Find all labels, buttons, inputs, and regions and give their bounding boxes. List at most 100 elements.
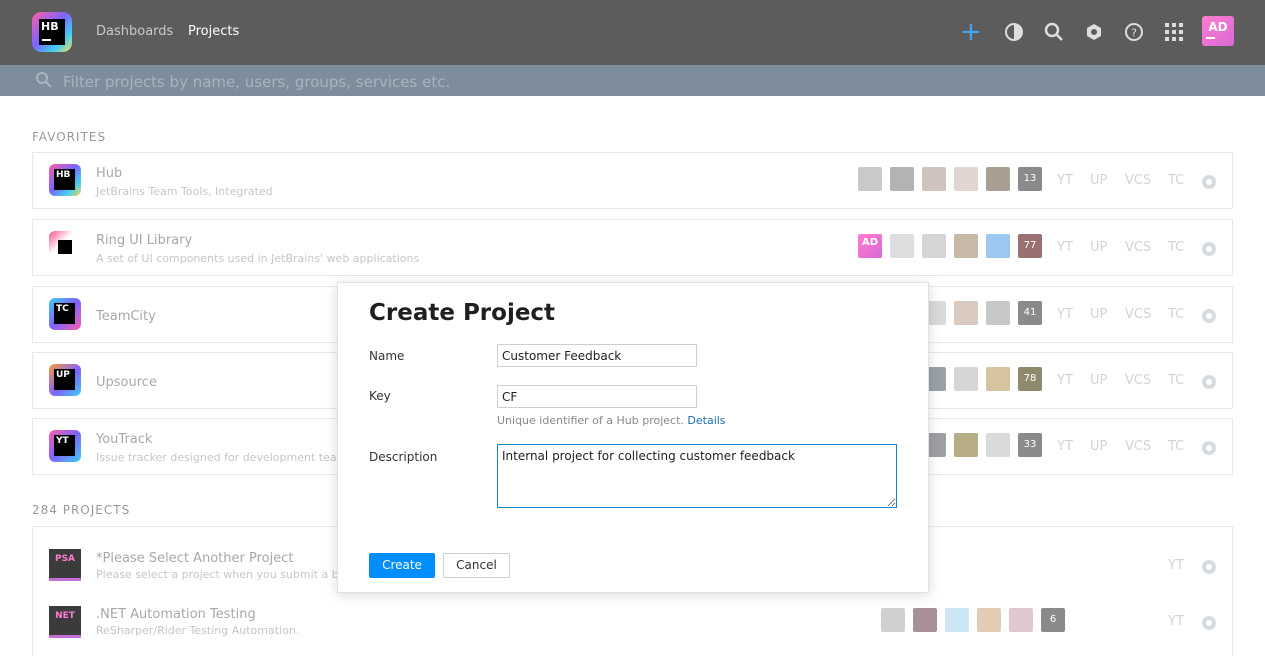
service-up[interactable]: UP <box>1090 439 1107 454</box>
member-avatar[interactable] <box>922 167 946 191</box>
project-settings-icon[interactable] <box>1202 375 1216 389</box>
project-name[interactable]: Upsource <box>96 375 157 390</box>
top-bar: HB Dashboards Projects + ? AD <box>0 0 1265 65</box>
nav-dashboards[interactable]: Dashboards <box>96 24 173 39</box>
service-yt[interactable]: YT <box>1057 173 1073 188</box>
members-count[interactable]: 78 <box>1018 367 1042 391</box>
member-avatar[interactable] <box>986 433 1010 457</box>
service-yt[interactable]: YT <box>1057 240 1073 255</box>
cancel-button[interactable]: Cancel <box>443 553 510 578</box>
service-tc[interactable]: TC <box>1168 373 1184 388</box>
member-avatar[interactable] <box>977 608 1001 632</box>
help-icon[interactable]: ? <box>1124 22 1144 42</box>
member-avatar[interactable] <box>858 167 882 191</box>
project-settings-icon[interactable] <box>1202 242 1216 256</box>
members-count[interactable]: 33 <box>1018 433 1042 457</box>
apps-grid-icon[interactable] <box>1164 22 1184 42</box>
project-name[interactable]: YouTrack <box>96 432 152 447</box>
search-icon <box>36 72 52 88</box>
service-yt[interactable]: YT <box>1168 558 1184 573</box>
member-avatar[interactable] <box>913 608 937 632</box>
member-avatar[interactable] <box>986 167 1010 191</box>
ring-ui-project-icon <box>49 231 81 263</box>
projects-title: 284 PROJECTS <box>32 503 131 517</box>
settings-icon[interactable] <box>1084 22 1104 42</box>
project-name[interactable]: Ring UI Library <box>96 233 192 248</box>
key-label: Key <box>369 389 391 403</box>
member-avatar[interactable] <box>954 167 978 191</box>
member-avatar[interactable] <box>1009 608 1033 632</box>
project-settings-icon[interactable] <box>1202 441 1216 455</box>
project-card-net[interactable]: NET .NET Automation Testing ReSharper/Ri… <box>32 586 1233 656</box>
members-count[interactable]: 41 <box>1018 301 1042 325</box>
search-zoom-icon[interactable] <box>1044 22 1064 42</box>
description-label: Description <box>369 450 438 464</box>
member-avatar[interactable] <box>881 608 905 632</box>
plus-icon[interactable]: + <box>960 19 982 45</box>
service-vcs[interactable]: VCS <box>1125 373 1151 388</box>
member-avatar[interactable] <box>954 301 978 325</box>
project-description: ReSharper/Rider Testing Automation. <box>96 624 300 637</box>
member-avatar[interactable] <box>954 234 978 258</box>
service-up[interactable]: UP <box>1090 307 1107 322</box>
service-tc[interactable]: TC <box>1168 173 1184 188</box>
details-link[interactable]: Details <box>687 414 725 427</box>
service-tc[interactable]: TC <box>1168 240 1184 255</box>
logo-text: HB <box>41 20 59 33</box>
project-settings-icon[interactable] <box>1202 560 1216 574</box>
user-avatar[interactable]: AD <box>1202 16 1234 46</box>
members-count[interactable]: 6 <box>1041 608 1065 632</box>
member-avatar[interactable]: AD <box>858 234 882 258</box>
project-card-ring-ui[interactable]: Ring UI Library A set of UI components u… <box>32 219 1233 276</box>
service-vcs[interactable]: VCS <box>1125 240 1151 255</box>
project-settings-icon[interactable] <box>1202 175 1216 189</box>
service-vcs[interactable]: VCS <box>1125 439 1151 454</box>
nav-projects[interactable]: Projects <box>188 24 239 39</box>
member-avatar[interactable] <box>986 234 1010 258</box>
create-project-dialog: Create Project Name Key Unique identifie… <box>337 282 929 593</box>
project-description: A set of UI components used in JetBrains… <box>96 252 420 265</box>
member-avatar[interactable] <box>922 234 946 258</box>
service-up[interactable]: UP <box>1090 240 1107 255</box>
member-avatar[interactable] <box>890 167 914 191</box>
project-settings-icon[interactable] <box>1202 309 1216 323</box>
service-up[interactable]: UP <box>1090 373 1107 388</box>
member-avatar[interactable] <box>986 367 1010 391</box>
net-project-icon: NET <box>49 606 81 638</box>
project-name[interactable]: TeamCity <box>96 309 156 324</box>
members-count[interactable]: 13 <box>1018 167 1042 191</box>
service-up[interactable]: UP <box>1090 173 1107 188</box>
theme-toggle-icon[interactable] <box>1004 22 1024 42</box>
service-vcs[interactable]: VCS <box>1125 173 1151 188</box>
project-name[interactable]: .NET Automation Testing <box>96 607 256 622</box>
service-yt[interactable]: YT <box>1057 373 1073 388</box>
project-description: Issue tracker designed for development t… <box>96 451 348 464</box>
member-avatar[interactable] <box>954 367 978 391</box>
member-avatar[interactable] <box>890 234 914 258</box>
members-count[interactable]: 77 <box>1018 234 1042 258</box>
service-vcs[interactable]: VCS <box>1125 307 1151 322</box>
member-avatar[interactable] <box>954 433 978 457</box>
search-input[interactable] <box>61 71 865 93</box>
project-card-hub[interactable]: HB Hub JetBrains Team Tools, Integrated … <box>32 152 1233 209</box>
service-yt[interactable]: YT <box>1057 439 1073 454</box>
name-field[interactable] <box>497 344 697 367</box>
upsource-project-icon: UP <box>49 364 81 396</box>
service-tc[interactable]: TC <box>1168 439 1184 454</box>
psa-project-icon: PSA <box>49 549 81 581</box>
member-avatar[interactable] <box>945 608 969 632</box>
project-name[interactable]: Hub <box>96 166 122 181</box>
service-yt[interactable]: YT <box>1168 614 1184 629</box>
project-description: JetBrains Team Tools, Integrated <box>96 185 273 198</box>
key-hint-text: Unique identifier of a Hub project. <box>497 414 684 427</box>
project-name[interactable]: *Please Select Another Project <box>96 551 293 566</box>
create-button[interactable]: Create <box>369 553 435 578</box>
service-yt[interactable]: YT <box>1057 307 1073 322</box>
hub-project-icon: HB <box>49 164 81 196</box>
project-settings-icon[interactable] <box>1202 616 1216 630</box>
member-avatar[interactable] <box>986 301 1010 325</box>
key-field[interactable] <box>497 385 697 408</box>
hub-logo[interactable]: HB <box>32 12 72 52</box>
description-field[interactable]: Internal project for collecting customer… <box>497 444 897 508</box>
service-tc[interactable]: TC <box>1168 307 1184 322</box>
